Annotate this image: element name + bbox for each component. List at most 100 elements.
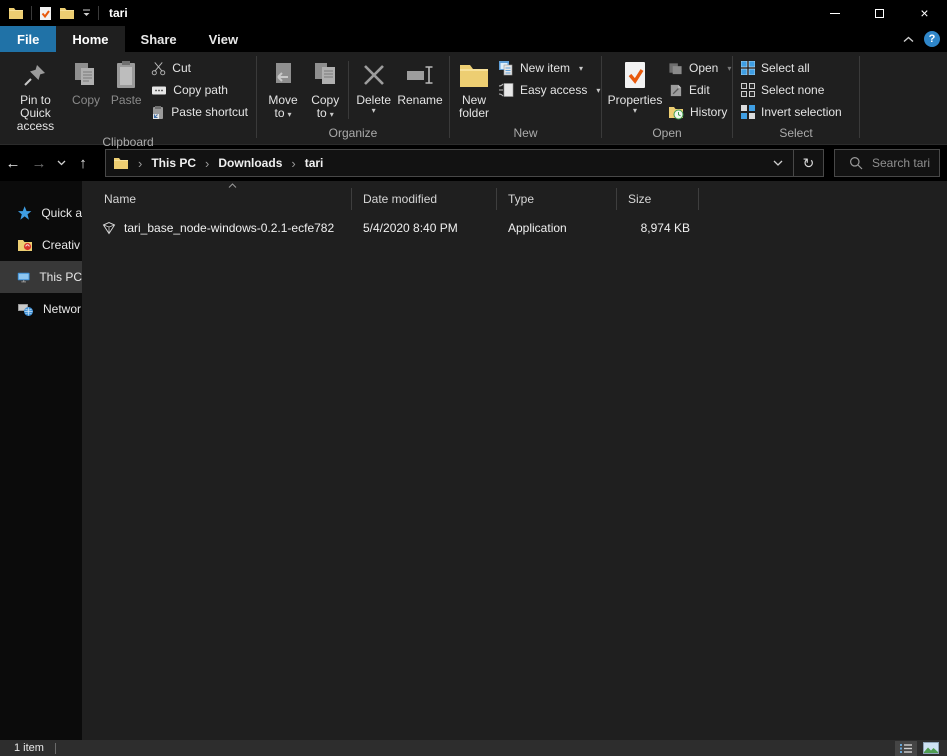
status-bar: 1 item xyxy=(0,740,947,756)
search-input[interactable] xyxy=(872,156,938,170)
new-item-icon xyxy=(498,60,514,76)
rename-button[interactable]: Rename xyxy=(395,55,445,109)
group-label-open: Open xyxy=(602,126,732,144)
column-headers: Name Date modified Type Size xyxy=(95,186,947,212)
cut-button[interactable]: Cut xyxy=(147,57,252,79)
item-count: 1 item xyxy=(14,742,44,754)
sort-ascending-icon xyxy=(228,183,237,188)
pin-icon xyxy=(21,57,49,93)
group-label-select: Select xyxy=(733,126,859,144)
explorer-window: tari × File Home Share View ? xyxy=(0,0,947,756)
open-icon xyxy=(668,61,683,76)
move-to-icon xyxy=(270,57,296,93)
chevron-down-icon xyxy=(773,160,783,166)
details-view-button[interactable] xyxy=(895,741,917,756)
check-document-icon xyxy=(39,6,52,21)
dropdown-icon: ▾ xyxy=(288,110,292,119)
new-item-button[interactable]: New item ▾ xyxy=(494,57,604,79)
copy-to-button[interactable]: Copy to▾ xyxy=(305,55,345,123)
navigation-pane: Quick a Creativ This PC Networ xyxy=(0,181,82,740)
close-icon: × xyxy=(920,5,928,21)
column-header-type[interactable]: Type xyxy=(497,188,617,210)
copy-to-icon xyxy=(312,57,338,93)
file-type: Application xyxy=(497,221,617,235)
tab-view[interactable]: View xyxy=(193,26,254,52)
minimize-button[interactable] xyxy=(812,0,857,26)
breadcrumb-tari[interactable]: tari xyxy=(305,156,324,170)
back-button[interactable]: ← xyxy=(0,155,26,172)
dropdown-icon: ▾ xyxy=(596,86,600,95)
help-button[interactable]: ? xyxy=(924,31,940,47)
search-icon xyxy=(849,156,863,170)
this-pc-icon xyxy=(17,270,30,285)
up-button[interactable]: ↑ xyxy=(70,155,96,172)
address-dropdown-button[interactable] xyxy=(763,150,793,176)
paste-shortcut-button[interactable]: Paste shortcut xyxy=(147,101,252,123)
select-all-icon xyxy=(741,61,755,75)
address-folder-icon xyxy=(113,156,129,170)
group-inner-separator xyxy=(348,61,349,119)
forward-button[interactable]: → xyxy=(26,155,52,172)
crumb-separator: › xyxy=(138,156,142,171)
select-all-button[interactable]: Select all xyxy=(737,57,846,79)
file-date-modified: 5/4/2020 8:40 PM xyxy=(352,221,497,235)
ribbon-group-organize: Move to▾ Copy to▾ Delete ▾ xyxy=(257,52,449,144)
edit-button[interactable]: Edit xyxy=(664,79,735,101)
copy-icon xyxy=(73,57,99,93)
tab-file[interactable]: File xyxy=(0,26,56,52)
copy-button[interactable]: Copy xyxy=(67,55,105,109)
breadcrumb-this-pc[interactable]: This PC xyxy=(151,156,196,170)
sidebar-item-this-pc[interactable]: This PC xyxy=(0,261,82,293)
paste-shortcut-icon xyxy=(151,105,165,120)
invert-selection-button[interactable]: Invert selection xyxy=(737,101,846,123)
recent-locations-button[interactable] xyxy=(52,160,70,166)
qat-separator xyxy=(98,6,99,20)
delete-icon xyxy=(361,57,387,93)
close-button[interactable]: × xyxy=(902,0,947,26)
breadcrumb-downloads[interactable]: Downloads xyxy=(218,156,282,170)
tab-home[interactable]: Home xyxy=(56,26,124,52)
search-box xyxy=(834,149,940,177)
file-row[interactable]: tari_base_node-windows-0.2.1-ecfe782 5/4… xyxy=(95,214,947,242)
window-title: tari xyxy=(109,6,128,20)
column-header-date-modified[interactable]: Date modified xyxy=(352,188,497,210)
open-button[interactable]: Open ▾ xyxy=(664,57,735,79)
maximize-button[interactable] xyxy=(857,0,902,26)
sidebar-item-creative-cloud[interactable]: Creativ xyxy=(0,229,82,261)
qat-customize-button[interactable] xyxy=(82,9,91,17)
properties-button[interactable]: Properties ▾ xyxy=(606,55,664,117)
crumb-separator: › xyxy=(205,156,209,171)
history-button[interactable]: History xyxy=(664,101,735,123)
new-folder-button[interactable]: New folder xyxy=(454,55,494,122)
breadcrumb-bar[interactable]: › This PC › Downloads › tari ↻ xyxy=(105,149,824,177)
copy-path-button[interactable]: Copy path xyxy=(147,79,252,101)
select-none-button[interactable]: Select none xyxy=(737,79,846,101)
easy-access-icon xyxy=(498,82,514,98)
column-header-size[interactable]: Size xyxy=(617,188,699,210)
dropdown-icon: ▾ xyxy=(633,107,637,115)
chevron-down-icon xyxy=(57,160,66,166)
easy-access-button[interactable]: Easy access ▾ xyxy=(494,79,604,101)
refresh-button[interactable]: ↻ xyxy=(793,150,823,176)
qat-new-folder-button[interactable] xyxy=(59,6,75,20)
tab-share[interactable]: Share xyxy=(125,26,193,52)
pin-to-quick-access-button[interactable]: Pin to Quick access xyxy=(4,55,67,135)
select-none-icon xyxy=(741,83,755,97)
ribbon-collapse-button[interactable] xyxy=(903,36,914,43)
ribbon-group-open: Properties ▾ Open ▾ Edit Histo xyxy=(602,52,732,144)
new-folder-icon xyxy=(458,57,490,93)
qat-properties-button[interactable] xyxy=(39,6,52,21)
app-folder-icon xyxy=(8,6,24,20)
paste-icon xyxy=(114,57,138,93)
delete-button[interactable]: Delete ▾ xyxy=(352,55,395,117)
dropdown-icon: ▾ xyxy=(372,107,376,115)
file-size: 8,974 KB xyxy=(617,221,699,235)
sidebar-item-quick-access[interactable]: Quick a xyxy=(0,197,82,229)
quick-access-star-icon xyxy=(17,205,32,221)
column-header-name[interactable]: Name xyxy=(95,188,352,210)
move-to-button[interactable]: Move to▾ xyxy=(261,55,305,123)
paste-button[interactable]: Paste xyxy=(105,55,147,109)
sidebar-item-network[interactable]: Networ xyxy=(0,293,82,325)
thumbnails-view-button[interactable] xyxy=(920,741,942,756)
invert-selection-icon xyxy=(741,105,755,119)
